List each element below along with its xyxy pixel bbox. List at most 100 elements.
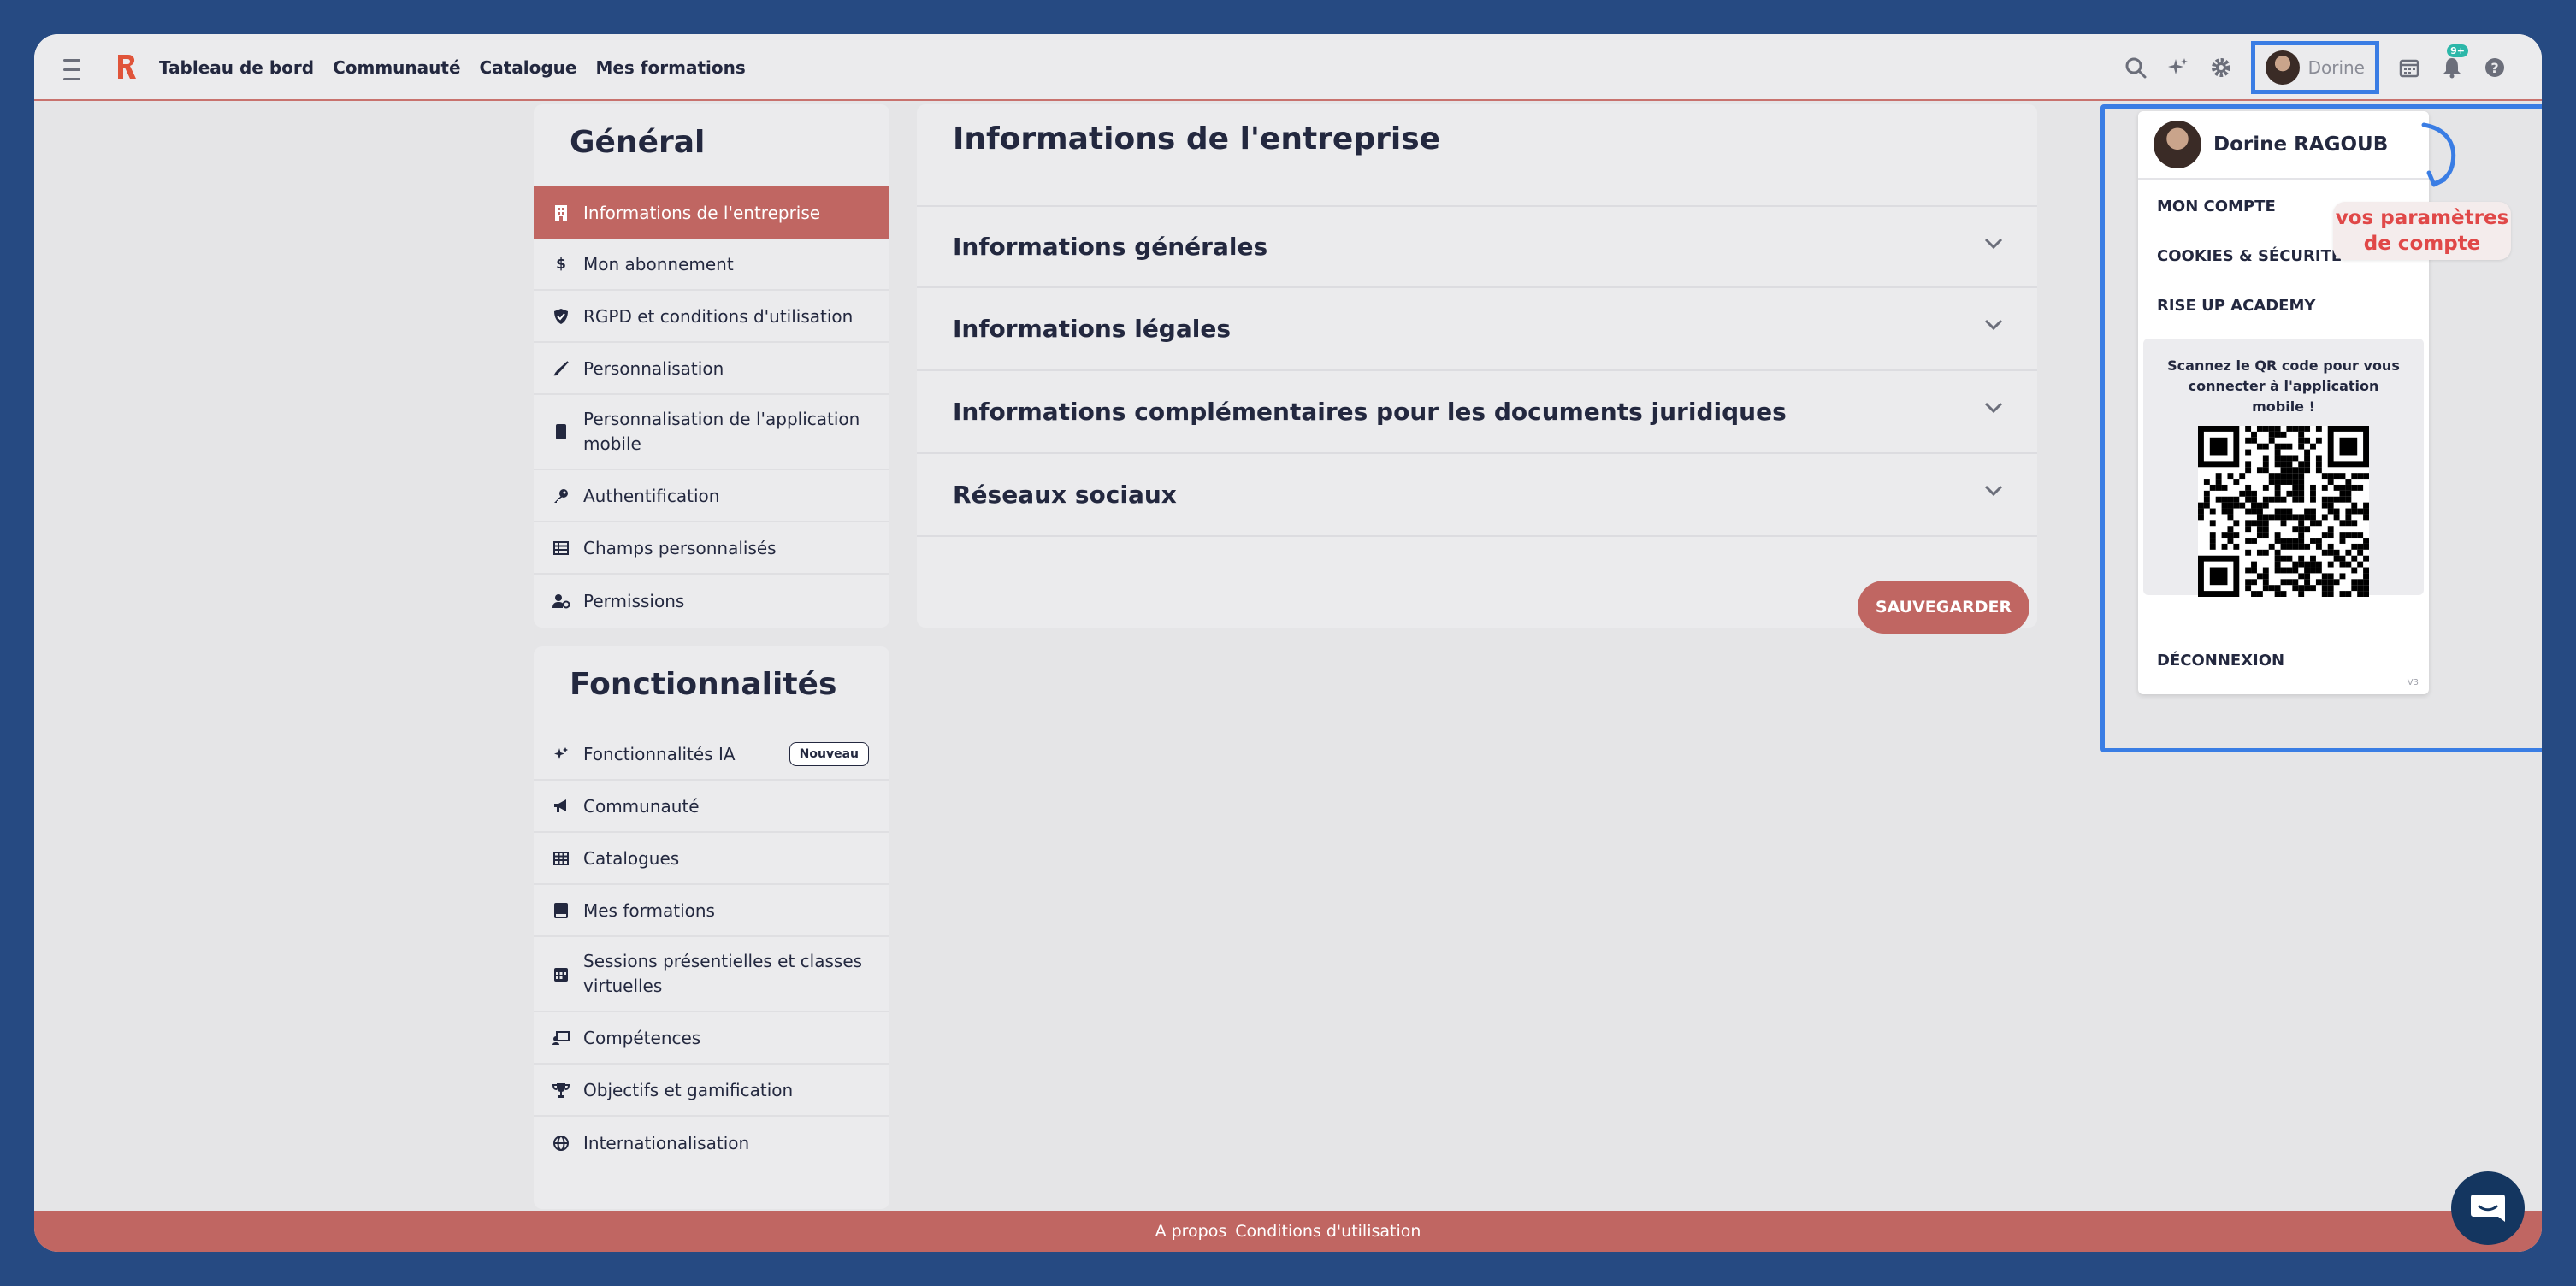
- bell-icon[interactable]: 9+: [2431, 34, 2473, 101]
- megaphone-icon: [552, 798, 570, 815]
- sidebar-item-label: Personnalisation: [583, 357, 724, 379]
- sidebar-item-gamification[interactable]: Objectifs et gamification: [534, 1065, 889, 1117]
- qr-instruction: Scannez le QR code pour vous connecter à…: [2167, 357, 2400, 415]
- rise-up-logo[interactable]: [109, 50, 144, 84]
- sidebar-item-i18n[interactable]: Internationalisation: [534, 1117, 889, 1169]
- qr-code-image: [2198, 426, 2369, 597]
- annotation-arrow-icon: [2421, 122, 2456, 187]
- accordion-legal-docs-info[interactable]: Informations complémentaires pour les do…: [917, 371, 2037, 454]
- features-settings-panel: Fonctionnalités Fonctionnalités IA Nouve…: [534, 646, 889, 1209]
- calendar-icon[interactable]: [2388, 34, 2431, 101]
- sidebar-item-skills[interactable]: Compétences: [534, 1012, 889, 1065]
- annotation-line-2: de compte: [2363, 233, 2481, 255]
- accordion-social-networks[interactable]: Réseaux sociaux: [917, 454, 2037, 537]
- sidebar-item-label: Personnalisation de l'application mobile: [583, 409, 860, 454]
- user-gear-icon: [552, 593, 570, 610]
- company-info-card: Informations de l'entreprise Information…: [917, 104, 2037, 634]
- sidebar-item-ai-features[interactable]: Fonctionnalités IA Nouveau: [534, 729, 889, 781]
- user-dropdown-menu: Dorine RAGOUB MON COMPTE COOKIES & SÉCUR…: [2138, 111, 2429, 694]
- top-bar: Tableau de bord Communauté Catalogue Mes…: [34, 34, 2542, 101]
- chevron-down-icon: [1984, 319, 2003, 331]
- table-icon: [552, 540, 570, 557]
- page-title: Informations de l'entreprise: [953, 121, 1441, 156]
- help-icon[interactable]: ?: [2473, 34, 2516, 101]
- sidebar-item-permissions[interactable]: Permissions: [534, 575, 889, 627]
- globe-icon: [552, 1135, 570, 1152]
- footer-terms-link[interactable]: Conditions d'utilisation: [1235, 1222, 1421, 1241]
- footer-about-link[interactable]: A propos: [1155, 1222, 1227, 1241]
- user-menu-button[interactable]: Dorine: [2250, 41, 2379, 94]
- footer: A propos Conditions d'utilisation: [34, 1211, 2542, 1252]
- chevron-down-icon: [1984, 238, 2003, 250]
- gear-icon[interactable]: [2200, 34, 2242, 101]
- book-icon: [552, 902, 570, 919]
- save-button[interactable]: SAUVEGARDER: [1858, 581, 2029, 634]
- key-icon: [552, 487, 570, 504]
- sidebar-item-my-trainings[interactable]: Mes formations: [534, 885, 889, 937]
- nav-dashboard[interactable]: Tableau de bord: [159, 57, 314, 78]
- trophy-icon: [552, 1082, 570, 1099]
- grid-icon: [552, 850, 570, 867]
- dollar-icon: $: [556, 255, 566, 273]
- sidebar-item-label: Fonctionnalités IA: [583, 743, 736, 764]
- ai-sparkles-icon[interactable]: [2157, 34, 2200, 101]
- chat-bubble-icon: [2471, 1195, 2505, 1222]
- sidebar-item-customization[interactable]: Personnalisation: [534, 343, 889, 395]
- accordion-label: Informations générales: [953, 233, 1268, 261]
- dropdown-header: Dorine RAGOUB: [2138, 111, 2429, 180]
- accordion-general-info[interactable]: Informations générales: [917, 205, 2037, 288]
- top-icons: Dorine 9+ ?: [2114, 34, 2516, 101]
- sidebar-item-label: Champs personnalisés: [583, 537, 777, 558]
- logout-link[interactable]: DÉCONNEXION: [2157, 652, 2284, 670]
- accordion-label: Réseaux sociaux: [953, 481, 1177, 509]
- avatar: [2265, 50, 2300, 85]
- building-icon: [552, 204, 570, 221]
- sidebar-item-community[interactable]: Communauté: [534, 781, 889, 833]
- sidebar-item-gdpr[interactable]: RGPD et conditions d'utilisation: [534, 291, 889, 343]
- avatar: [2154, 121, 2201, 168]
- sidebar-item-label: Communauté: [583, 795, 700, 817]
- general-panel-title: Général: [570, 125, 706, 160]
- sidebar-item-label: Objectifs et gamification: [583, 1079, 794, 1100]
- search-icon[interactable]: [2114, 34, 2157, 101]
- mobile-icon: [552, 423, 570, 440]
- shield-icon: [552, 308, 570, 325]
- sidebar-item-company-info[interactable]: Informations de l'entreprise: [534, 186, 889, 239]
- notification-badge: 9+: [2447, 44, 2468, 57]
- sidebar-item-authentication[interactable]: Authentification: [534, 470, 889, 522]
- user-full-name: Dorine RAGOUB: [2213, 133, 2389, 156]
- hamburger-menu-icon[interactable]: [63, 55, 91, 80]
- annotation-line-1: vos paramètres: [2335, 207, 2509, 229]
- annotation-label: vos paramètres de compte: [2333, 202, 2511, 260]
- sidebar-item-mobile-app[interactable]: Personnalisation de l'application mobile: [534, 395, 889, 470]
- sidebar-item-label: Mon abonnement: [583, 253, 734, 274]
- menu-item-rise-up-academy[interactable]: RISE UP ACADEMY: [2138, 280, 2429, 330]
- general-settings-panel: Général Informations de l'entreprise $ M…: [534, 104, 889, 628]
- accordion-legal-info[interactable]: Informations légales: [917, 288, 2037, 371]
- sidebar-item-label: Authentification: [583, 485, 720, 506]
- sidebar-item-subscription[interactable]: $ Mon abonnement: [534, 239, 889, 291]
- accordion-label: Informations complémentaires pour les do…: [953, 398, 1787, 426]
- app-window: Tableau de bord Communauté Catalogue Mes…: [34, 34, 2542, 1252]
- sidebar-item-label: Internationalisation: [583, 1132, 750, 1153]
- nav-my-trainings[interactable]: Mes formations: [595, 57, 745, 78]
- sidebar-item-label: Permissions: [583, 590, 685, 611]
- chevron-down-icon: [1984, 402, 2003, 414]
- sidebar-item-label: Sessions présentielles et classes virtue…: [583, 951, 863, 996]
- sidebar-item-label: Catalogues: [583, 847, 680, 869]
- nav-catalog[interactable]: Catalogue: [480, 57, 577, 78]
- sidebar-item-sessions[interactable]: Sessions présentielles et classes virtue…: [534, 937, 889, 1012]
- brush-icon: [552, 360, 570, 377]
- features-panel-title: Fonctionnalités: [570, 667, 837, 702]
- sparkles-icon: [552, 746, 570, 763]
- nav-community[interactable]: Communauté: [333, 57, 460, 78]
- chevron-down-icon: [1984, 485, 2003, 497]
- sidebar-item-label: Compétences: [583, 1027, 701, 1048]
- main-nav: Tableau de bord Communauté Catalogue Mes…: [159, 34, 746, 101]
- svg-text:?: ?: [2490, 60, 2498, 76]
- chat-button[interactable]: [2451, 1171, 2525, 1245]
- teacher-icon: [552, 1029, 570, 1047]
- sidebar-item-catalogs[interactable]: Catalogues: [534, 833, 889, 885]
- qr-code-box: Scannez le QR code pour vous connecter à…: [2143, 339, 2424, 597]
- sidebar-item-custom-fields[interactable]: Champs personnalisés: [534, 522, 889, 575]
